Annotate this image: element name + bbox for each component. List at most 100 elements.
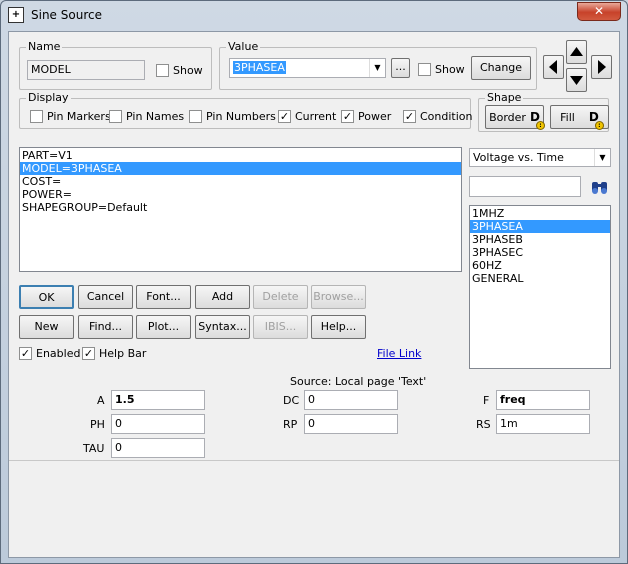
model-item[interactable]: GENERAL (470, 272, 610, 285)
new-button[interactable]: New (19, 315, 74, 339)
border-shape-icon: D: (530, 106, 545, 130)
value-group: Value 3PHASEA ▼ ... Show Change (219, 40, 537, 90)
plot-type-value: Voltage vs. Time (473, 151, 564, 164)
model-item[interactable]: 60HZ (470, 259, 610, 272)
fill-button-label: Fill (560, 111, 575, 124)
current-label: Current (295, 110, 337, 123)
close-button[interactable]: ✕ (577, 2, 621, 21)
attribute-item[interactable]: MODEL=3PHASEA (20, 162, 461, 175)
param-tau-label: TAU (83, 442, 105, 455)
arrow-left-icon (549, 60, 557, 74)
help-bar-pane (9, 460, 619, 557)
font-button[interactable]: Font... (136, 285, 191, 309)
model-item[interactable]: 1MHZ (470, 207, 610, 220)
fill-button[interactable]: Fill D: (550, 105, 609, 130)
name-show-label: Show (173, 64, 203, 77)
param-dc-input[interactable]: 0 (304, 390, 398, 410)
dialog-window: + Sine Source ✕ Name MODEL Show Value 3P… (0, 0, 628, 564)
arrow-down-icon (570, 76, 583, 85)
syntax-button[interactable]: Syntax... (195, 315, 250, 339)
value-ellipsis-button[interactable]: ... (391, 58, 410, 78)
value-show-checkbox[interactable] (418, 63, 431, 76)
shape-group-label: Shape (485, 91, 524, 104)
enabled-checkbox[interactable]: ✓ (19, 347, 32, 360)
app-icon: + (8, 7, 24, 23)
enabled-label: Enabled (36, 347, 81, 360)
move-left-button[interactable] (543, 55, 564, 79)
current-checkbox[interactable]: ✓ (278, 110, 291, 123)
param-rp-label: RP (283, 418, 298, 431)
name-field[interactable]: MODEL (27, 60, 145, 80)
chevron-down-icon[interactable]: ▼ (594, 149, 610, 166)
condition-label: Condition (420, 110, 473, 123)
models-list[interactable]: 1MHZ 3PHASEA 3PHASEB 3PHASEC 60HZ GENERA… (469, 205, 611, 369)
param-ph-input[interactable]: 0 (111, 414, 205, 434)
attribute-item[interactable]: SHAPEGROUP=Default (20, 201, 461, 214)
model-item[interactable]: 3PHASEB (470, 233, 610, 246)
value-combobox-text: 3PHASEA (233, 61, 286, 74)
pin-numbers-checkbox[interactable] (189, 110, 202, 123)
model-item[interactable]: 3PHASEA (470, 220, 610, 233)
param-ph-label: PH (90, 418, 105, 431)
pin-markers-checkbox[interactable] (30, 110, 43, 123)
dialog-client: Name MODEL Show Value 3PHASEA ▼ ... Show… (8, 31, 620, 558)
name-group: Name MODEL Show (19, 40, 212, 90)
param-rp-input[interactable]: 0 (304, 414, 398, 434)
ok-button[interactable]: OK (19, 285, 74, 309)
arrow-up-icon (570, 47, 583, 56)
file-link[interactable]: File Link (377, 347, 421, 360)
model-item[interactable]: 3PHASEC (470, 246, 610, 259)
param-a-label: A (97, 394, 105, 407)
param-a-input[interactable]: 1.5 (111, 390, 205, 410)
power-checkbox[interactable]: ✓ (341, 110, 354, 123)
pin-names-checkbox[interactable] (109, 110, 122, 123)
value-show-label: Show (435, 63, 465, 76)
pin-numbers-label: Pin Numbers (206, 110, 276, 123)
param-rs-input[interactable]: 1m (496, 414, 590, 434)
arrow-right-icon (598, 60, 606, 74)
param-f-input[interactable]: freq (496, 390, 590, 410)
param-rs-label: RS (476, 418, 491, 431)
display-group-label: Display (26, 91, 71, 104)
value-combobox[interactable]: 3PHASEA ▼ (229, 58, 386, 78)
cancel-button[interactable]: Cancel (78, 285, 133, 309)
value-group-label: Value (226, 40, 261, 53)
binoculars-search-button[interactable] (589, 177, 611, 197)
attribute-item[interactable]: PART=V1 (20, 149, 461, 162)
border-button-label: Border (489, 111, 526, 124)
ibis-button[interactable]: IBIS... (253, 315, 308, 339)
border-button[interactable]: Border D: (485, 105, 545, 130)
attribute-item[interactable]: COST= (20, 175, 461, 188)
move-right-button[interactable] (591, 55, 612, 79)
power-label: Power (358, 110, 392, 123)
help-bar-checkbox[interactable]: ✓ (82, 347, 95, 360)
add-button[interactable]: Add (195, 285, 250, 309)
fill-shape-icon: D: (589, 106, 604, 130)
chevron-down-icon[interactable]: ▼ (369, 59, 385, 77)
move-down-button[interactable] (566, 68, 587, 92)
param-tau-input[interactable]: 0 (111, 438, 205, 458)
move-up-button[interactable] (566, 40, 587, 64)
help-button[interactable]: Help... (311, 315, 366, 339)
param-dc-label: DC (283, 394, 300, 407)
name-show-checkbox[interactable] (156, 64, 169, 77)
find-button[interactable]: Find... (78, 315, 133, 339)
plot-button[interactable]: Plot... (136, 315, 191, 339)
help-bar-label: Help Bar (99, 347, 147, 360)
delete-button[interactable]: Delete (253, 285, 308, 309)
name-group-label: Name (26, 40, 63, 53)
plot-type-select[interactable]: Voltage vs. Time ▼ (469, 148, 611, 167)
browse-button[interactable]: Browse... (311, 285, 366, 309)
source-text: Source: Local page 'Text' (290, 375, 427, 388)
display-group: Display Pin Markers Pin Names Pin Number… (19, 91, 473, 129)
attribute-item[interactable]: POWER= (20, 188, 461, 201)
window-title: Sine Source (31, 8, 102, 22)
pin-names-label: Pin Names (126, 110, 185, 123)
title-bar: + Sine Source ✕ (1, 1, 627, 31)
change-button[interactable]: Change (471, 56, 531, 80)
model-search-input[interactable] (469, 176, 581, 197)
binoculars-icon (592, 182, 607, 194)
attributes-list[interactable]: PART=V1 MODEL=3PHASEA COST= POWER= SHAPE… (19, 147, 462, 272)
condition-checkbox[interactable]: ✓ (403, 110, 416, 123)
param-f-label: F (483, 394, 490, 407)
